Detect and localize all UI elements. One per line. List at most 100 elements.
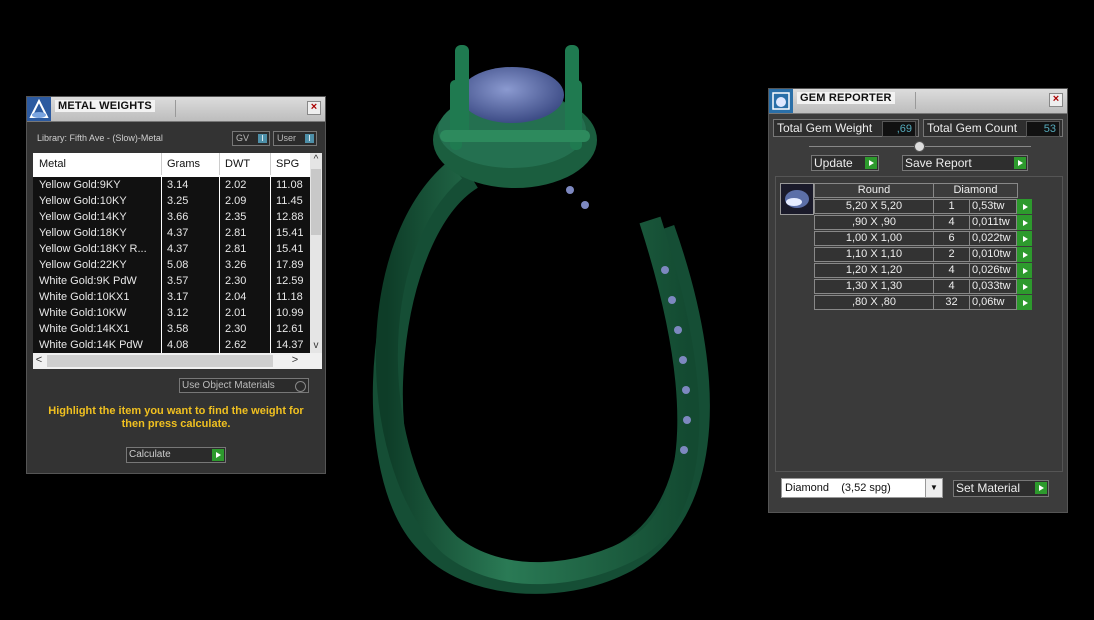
table-row[interactable]: White Gold:10KX1 3.17 2.04 11.18	[33, 289, 310, 305]
col-grams[interactable]: Grams	[167, 158, 200, 170]
gem-reporter-panel: GEM REPORTER × Total Gem Weight ,69 Tota…	[768, 88, 1068, 513]
table-row[interactable]: White Gold:9K PdW 3.57 2.30 12.59	[33, 273, 310, 289]
set-material-button[interactable]: Set Material	[953, 480, 1049, 497]
shape-header: Round	[814, 183, 934, 198]
gem-row[interactable]: 1,20 X 1,20 4 0,026tw	[814, 263, 1036, 279]
gem-row[interactable]: 5,20 X 5,20 1 0,53tw	[814, 199, 1036, 215]
grams-cell: 3.25	[167, 195, 189, 207]
close-icon[interactable]: ×	[1049, 93, 1063, 107]
divider-slider[interactable]	[809, 141, 1031, 152]
table-row[interactable]: White Gold:10KW 3.12 2.01 10.99	[33, 305, 310, 321]
col-metal[interactable]: Metal	[39, 158, 66, 170]
table-row[interactable]: Yellow Gold:18KY 4.37 2.81 15.41	[33, 225, 310, 241]
gem-row[interactable]: ,90 X ,90 4 0,011tw	[814, 215, 1036, 231]
scroll-up-icon[interactable]: ^	[310, 153, 322, 167]
play-arrow-icon[interactable]	[1017, 231, 1032, 246]
metal-cell: White Gold:14KX1	[39, 323, 130, 335]
spg-cell: 12.88	[276, 211, 304, 223]
col-spg[interactable]: SPG	[276, 158, 299, 170]
play-arrow-icon[interactable]	[1017, 279, 1032, 294]
scroll-down-icon[interactable]: v	[310, 339, 322, 353]
spg-cell: 15.41	[276, 243, 304, 255]
material-header: Diamond	[933, 183, 1018, 198]
gem-weight-cell: 0,010tw	[969, 247, 1017, 262]
gem-reporter-logo-icon	[769, 89, 793, 113]
cell-divider	[219, 289, 220, 305]
cell-divider	[219, 273, 220, 289]
calculate-button[interactable]: Calculate	[126, 447, 226, 463]
user-indicator-icon: I	[305, 134, 314, 143]
gem-weight-cell: 0,06tw	[969, 295, 1017, 310]
cell-divider	[161, 209, 162, 225]
gem-row[interactable]: 1,10 X 1,10 2 0,010tw	[814, 247, 1036, 263]
table-row[interactable]: Yellow Gold:18KY R... 4.37 2.81 15.41	[33, 241, 310, 257]
vertical-scrollbar[interactable]: ^ v	[310, 153, 322, 353]
table-row[interactable]: Yellow Gold:14KY 3.66 2.35 12.88	[33, 209, 310, 225]
play-arrow-icon[interactable]	[1017, 263, 1032, 278]
col-divider	[161, 153, 162, 175]
horizontal-scrollbar[interactable]: < >	[33, 353, 322, 369]
hscroll-thumb[interactable]	[47, 355, 273, 367]
metal-weights-titlebar[interactable]: METAL WEIGHTS ×	[27, 97, 325, 122]
metal-table-body: Yellow Gold:9KY 3.14 2.02 11.08 Yellow Gold:…	[33, 177, 310, 353]
cell-divider	[219, 209, 220, 225]
total-weight-label: Total Gem Weight	[777, 121, 873, 135]
metal-cell: White Gold:10KX1	[39, 291, 130, 303]
user-toggle[interactable]: User I	[273, 131, 317, 146]
total-gem-weight: Total Gem Weight ,69	[773, 119, 919, 137]
table-row[interactable]: White Gold:14KX1 3.58 2.30 12.61	[33, 321, 310, 337]
gem-table-header: Round Diamond	[814, 183, 1036, 199]
grams-cell: 3.14	[167, 179, 189, 191]
table-row[interactable]: White Gold:14K PdW 4.08 2.62 14.37	[33, 337, 310, 353]
radio-icon	[295, 381, 306, 392]
metal-cell: White Gold:9K PdW	[39, 275, 137, 287]
cell-divider	[270, 225, 271, 241]
gem-reporter-titlebar[interactable]: GEM REPORTER ×	[769, 89, 1067, 114]
play-arrow-icon[interactable]	[1017, 247, 1032, 262]
grams-cell: 3.66	[167, 211, 189, 223]
grams-cell: 4.08	[167, 339, 189, 351]
metal-cell: White Gold:14K PdW	[39, 339, 143, 351]
update-label: Update	[814, 156, 853, 170]
play-arrow-icon[interactable]	[1017, 199, 1032, 214]
use-object-materials-checkbox[interactable]: Use Object Materials	[179, 378, 309, 393]
metal-cell: Yellow Gold:22KY	[39, 259, 127, 271]
gem-row[interactable]: 1,30 X 1,30 4 0,033tw	[814, 279, 1036, 295]
table-row[interactable]: Yellow Gold:10KY 3.25 2.09 11.45	[33, 193, 310, 209]
cell-divider	[270, 257, 271, 273]
col-dwt[interactable]: DWT	[225, 158, 250, 170]
metal-cell: White Gold:10KW	[39, 307, 127, 319]
gem-weight-cell: 0,011tw	[969, 215, 1017, 230]
round-gem-thumbnail-icon[interactable]	[780, 183, 814, 215]
col-divider	[219, 153, 220, 175]
library-label: Library: Fifth Ave - (Slow)-Metal	[37, 133, 163, 143]
table-row[interactable]: Yellow Gold:9KY 3.14 2.02 11.08	[33, 177, 310, 193]
gv-toggle[interactable]: GV I	[232, 131, 270, 146]
play-arrow-icon[interactable]	[1017, 215, 1032, 230]
cell-divider	[270, 209, 271, 225]
total-weight-value: ,69	[882, 121, 916, 137]
spg-cell: 17.89	[276, 259, 304, 271]
metal-weights-panel: METAL WEIGHTS × Library: Fifth Ave - (Sl…	[26, 96, 326, 474]
scroll-right-icon[interactable]: >	[289, 354, 301, 366]
scroll-left-icon[interactable]: <	[33, 354, 45, 366]
metal-table[interactable]: Metal Grams DWT SPG Yellow Gold:9KY 3.14 2…	[33, 153, 322, 369]
gem-row[interactable]: ,80 X ,80 32 0,06tw	[814, 295, 1036, 311]
spg-cell: 11.08	[276, 179, 303, 191]
gem-row[interactable]: 1,00 X 1,00 6 0,022tw	[814, 231, 1036, 247]
save-report-button[interactable]: Save Report	[902, 155, 1028, 171]
gv-indicator-icon: I	[258, 134, 267, 143]
close-icon[interactable]: ×	[307, 101, 321, 115]
scroll-thumb[interactable]	[311, 169, 321, 235]
table-row[interactable]: Yellow Gold:22KY 5.08 3.26 17.89	[33, 257, 310, 273]
play-arrow-icon[interactable]	[1017, 295, 1032, 310]
dropdown-arrow-icon[interactable]: ▼	[925, 479, 942, 497]
cell-divider	[161, 305, 162, 321]
slider-knob[interactable]	[914, 141, 925, 152]
matrix-logo-icon	[27, 97, 51, 121]
material-select[interactable]: Diamond (3,52 spg) ▼	[781, 478, 943, 498]
update-button[interactable]: Update	[811, 155, 879, 171]
cell-divider	[161, 273, 162, 289]
spg-cell: 12.61	[276, 323, 304, 335]
spg-cell: 11.45	[276, 195, 303, 207]
